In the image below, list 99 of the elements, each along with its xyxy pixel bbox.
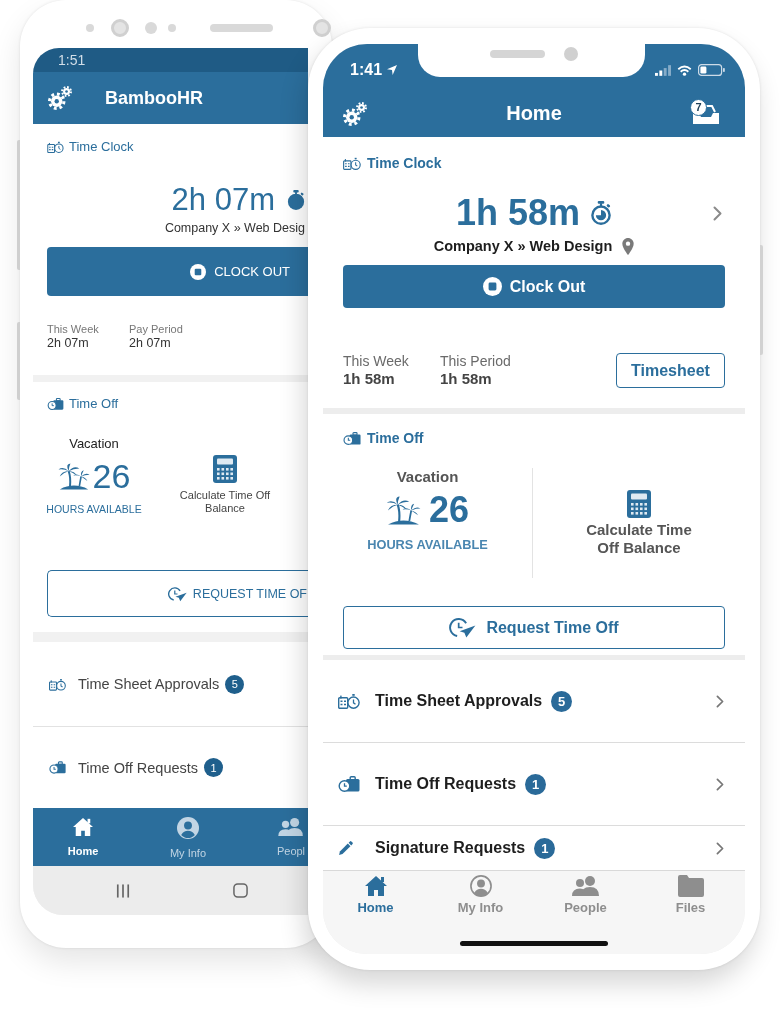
count-badge: 1 [534, 837, 556, 859]
clock-duration: 1h 58m [455, 193, 581, 233]
clock-suitcase-icon [47, 398, 64, 410]
clock-duration: 2h 07m [171, 182, 275, 218]
stopwatch-icon [590, 201, 613, 225]
calculator-icon [627, 489, 651, 518]
settings-icon[interactable] [48, 86, 72, 110]
stop-icon [190, 263, 207, 280]
calculate-balance-button[interactable]: Calculate Time Off Balance [533, 468, 745, 578]
list-row[interactable]: Time Sheet Approvals 5 [323, 660, 745, 743]
total-label: Pay Period [129, 322, 184, 336]
nav-tab[interactable]: Peopl [274, 808, 308, 866]
home-icon [363, 875, 388, 897]
nav-tab[interactable]: Home [323, 871, 428, 923]
total-value: 1h 58m [343, 370, 396, 388]
person-icon [177, 817, 199, 839]
hours-available: 26 [92, 458, 131, 494]
total-value: 2h 07m [47, 336, 90, 351]
list-row[interactable]: Signature Requests 1 [323, 826, 745, 870]
clock-plane-icon [167, 585, 187, 602]
signal-icon [655, 64, 671, 76]
chevron-right-icon [716, 694, 724, 708]
section-title: Time Off [367, 430, 424, 446]
location-arrow-icon [387, 65, 398, 75]
wifi-icon [677, 64, 692, 76]
status-time: 1:41 [350, 61, 383, 79]
section-title: Time Clock [69, 139, 134, 155]
stopwatch-icon [287, 190, 305, 210]
clock-calendar-icon [343, 156, 361, 170]
list-row[interactable]: Time Sheet Approvals 5 [33, 642, 308, 727]
count-badge: 5 [225, 674, 245, 694]
chevron-right-icon [716, 777, 724, 791]
nav-tab[interactable]: Home [33, 808, 133, 866]
nav-tab[interactable]: My Info [133, 808, 243, 866]
person-icon [469, 875, 492, 897]
leave-type: Vacation [69, 436, 119, 452]
front-camera [564, 47, 578, 61]
app-title: Home [505, 102, 563, 125]
clock-suitcase-icon [49, 761, 66, 774]
sensor-dot [86, 24, 94, 32]
list-row[interactable]: Time Off Requests 1 [33, 727, 308, 808]
count-badge: 1 [525, 773, 547, 795]
stop-icon [482, 277, 502, 296]
project-name: Company X » Web Design [433, 238, 613, 254]
battery-icon [698, 64, 725, 76]
nav-tab[interactable]: People [533, 871, 638, 923]
list-row[interactable]: Time Off Requests 1 [323, 743, 745, 826]
palm-tree-icon [385, 495, 421, 525]
total-value: 1h 58m [440, 370, 493, 388]
pen-icon [338, 840, 354, 856]
clock-suitcase-icon [338, 776, 360, 792]
palm-tree-icon [57, 462, 90, 490]
sensor-dot [168, 24, 176, 32]
clock-plane-icon [449, 617, 477, 638]
app-title: BambooHR [105, 87, 203, 109]
home-icon [72, 817, 94, 837]
speaker-grille [210, 24, 273, 32]
status-time: 1:51 [58, 52, 86, 68]
people-icon [278, 817, 304, 837]
count-badge: 1 [204, 758, 224, 777]
settings-icon[interactable] [343, 101, 367, 126]
leave-type: Vacation [396, 468, 459, 486]
front-camera [111, 19, 129, 37]
chevron-right-icon [716, 841, 724, 855]
total-label: This Week [343, 353, 410, 370]
section-title: Time Clock [367, 155, 442, 171]
nav-tab[interactable]: Files [638, 871, 743, 923]
clock-calendar-icon [47, 141, 64, 153]
hours-available: 26 [428, 491, 469, 529]
recent-apps-icon[interactable] [116, 883, 130, 898]
calculate-balance-button[interactable]: Calculate Time Off Balance [170, 436, 280, 536]
chevron-right-icon[interactable] [713, 205, 722, 221]
request-time-off-button[interactable]: Request Time Off [343, 606, 725, 649]
clock-suitcase-icon [343, 431, 361, 445]
total-value: 2h 07m [129, 336, 172, 351]
hours-caption: HOURS AVAILABLE [367, 537, 488, 553]
project-name: Company X » Web Desig [164, 220, 305, 236]
location-pin-icon [622, 237, 635, 255]
total-label: This Week [47, 322, 100, 336]
home-button-icon[interactable] [233, 883, 248, 898]
hours-caption: HOURS AVAILABLE [46, 502, 142, 516]
request-time-off-button[interactable]: REQUEST TIME OF [47, 570, 308, 617]
calculator-icon [213, 455, 237, 483]
count-badge: 5 [551, 690, 573, 712]
sensor-dot [145, 22, 157, 34]
folder-icon [677, 875, 704, 897]
clock-out-button[interactable]: CLOCK OUT [47, 247, 308, 296]
section-title: Time Off [69, 396, 119, 412]
camera-lens [313, 19, 331, 37]
nav-tab[interactable]: My Info [428, 871, 533, 923]
notification-badge: 7 [690, 98, 707, 116]
clock-calendar-icon [49, 677, 66, 691]
clock-calendar-icon [338, 693, 360, 709]
total-label: This Period [440, 353, 512, 370]
clock-out-button[interactable]: Clock Out [343, 265, 725, 308]
people-icon [571, 875, 600, 897]
timesheet-button[interactable]: Timesheet [616, 353, 725, 388]
inbox-tray-icon[interactable] [691, 102, 721, 125]
speaker-grille [490, 50, 545, 58]
